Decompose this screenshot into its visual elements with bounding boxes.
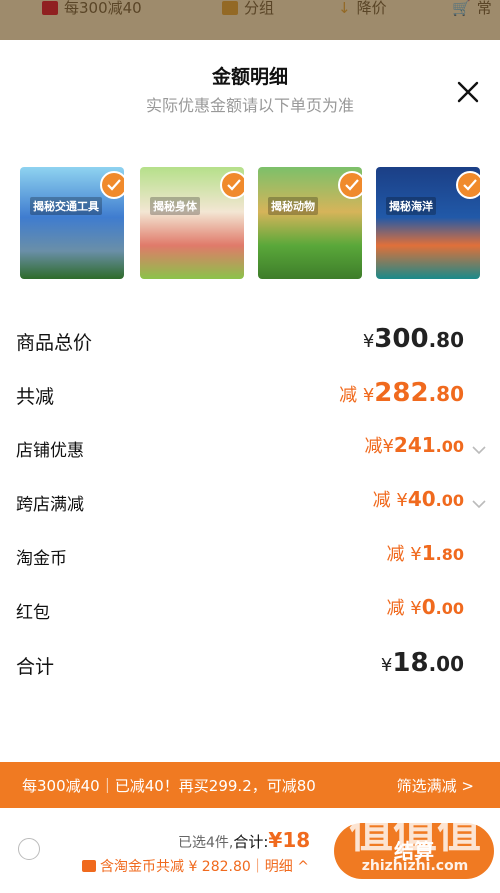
book-cover-title: 揭秘身体 <box>150 197 200 215</box>
row-amount: 减 ¥1.80 <box>386 541 464 565</box>
check-icon <box>100 171 124 199</box>
total-value: ¥18 <box>268 828 311 852</box>
check-icon <box>338 171 362 199</box>
book-cover-title: 揭秘交通工具 <box>30 197 102 215</box>
row-cross-shop[interactable]: 跨店满减 减 ¥40.00 <box>0 482 500 522</box>
checkout-button[interactable]: 结算 <box>334 823 494 879</box>
row-label: 共减 <box>16 386 55 408</box>
select-all-radio[interactable] <box>18 838 40 860</box>
amount-detail-sheet: 金额明细 实际优惠金额请以下单页为准 揭秘交通工具 揭秘身体 揭秘动物 揭秘海洋… <box>0 40 500 893</box>
product-thumbnail[interactable]: 揭秘动物 <box>258 167 362 279</box>
row-amount: ¥18.00 <box>380 648 464 678</box>
check-icon <box>456 171 480 199</box>
product-thumbnail[interactable]: 揭秘交通工具 <box>20 167 124 279</box>
filter-promotion-link[interactable]: 筛选满减 > <box>397 775 474 796</box>
row-label: 合计 <box>16 656 55 678</box>
row-amount: 减 ¥40.00 <box>372 487 464 511</box>
row-amount: 减 ¥282.80 <box>339 378 464 408</box>
chevron-down-icon[interactable] <box>472 440 486 459</box>
row-subtotal: 合计 ¥18.00 <box>0 644 500 684</box>
row-taojinbi: 淘金币 减 ¥1.80 <box>0 536 500 576</box>
book-cover-title: 揭秘海洋 <box>386 197 436 215</box>
chevron-down-icon[interactable] <box>472 494 486 513</box>
promotion-bar: 每300减40｜已减40！再买299.2，可减80 筛选满减 > <box>0 762 500 808</box>
total-label: 合计: <box>233 833 269 851</box>
sheet-subtitle: 实际优惠金额请以下单页为准 <box>145 96 354 115</box>
detail-text: 含淘金币共减 ¥ 282.80｜明细 ^ <box>100 859 309 875</box>
promotion-text: 每300减40｜已减40！再买299.2，可减80 <box>22 777 316 795</box>
selected-summary: 已选4件,合计:¥18 <box>178 828 310 852</box>
sheet-title: 金额明细 <box>211 66 288 88</box>
row-label: 淘金币 <box>16 549 67 569</box>
row-label: 店铺优惠 <box>16 441 84 461</box>
row-shop-discount[interactable]: 店铺优惠 减¥241.00 <box>0 428 500 468</box>
product-thumbnail[interactable]: 揭秘海洋 <box>376 167 480 279</box>
row-label: 跨店满减 <box>16 495 84 515</box>
coin-icon <box>82 860 96 872</box>
row-amount: 减 ¥0.00 <box>386 595 464 619</box>
row-amount: ¥300.80 <box>362 324 464 354</box>
detail-toggle[interactable]: 含淘金币共减 ¥ 282.80｜明细 ^ <box>82 856 309 876</box>
row-label: 商品总价 <box>16 332 93 354</box>
selected-count: 已选4件, <box>178 835 234 851</box>
row-total-reduce: 共减 减 ¥282.80 <box>0 374 500 414</box>
row-hongbao: 红包 减 ¥0.00 <box>0 590 500 630</box>
close-icon[interactable] <box>456 80 480 104</box>
modal-backdrop[interactable] <box>0 0 500 40</box>
product-thumbnail[interactable]: 揭秘身体 <box>140 167 244 279</box>
product-thumbnails: 揭秘交通工具 揭秘身体 揭秘动物 揭秘海洋 <box>0 167 500 283</box>
book-cover-title: 揭秘动物 <box>268 197 318 215</box>
row-label: 红包 <box>16 603 50 623</box>
row-amount: 减¥241.00 <box>364 433 464 457</box>
check-icon <box>220 171 244 199</box>
row-total-goods: 商品总价 ¥300.80 <box>0 320 500 360</box>
checkout-bar: 已选4件,合计:¥18 含淘金币共减 ¥ 282.80｜明细 ^ 结算 <box>0 808 500 893</box>
